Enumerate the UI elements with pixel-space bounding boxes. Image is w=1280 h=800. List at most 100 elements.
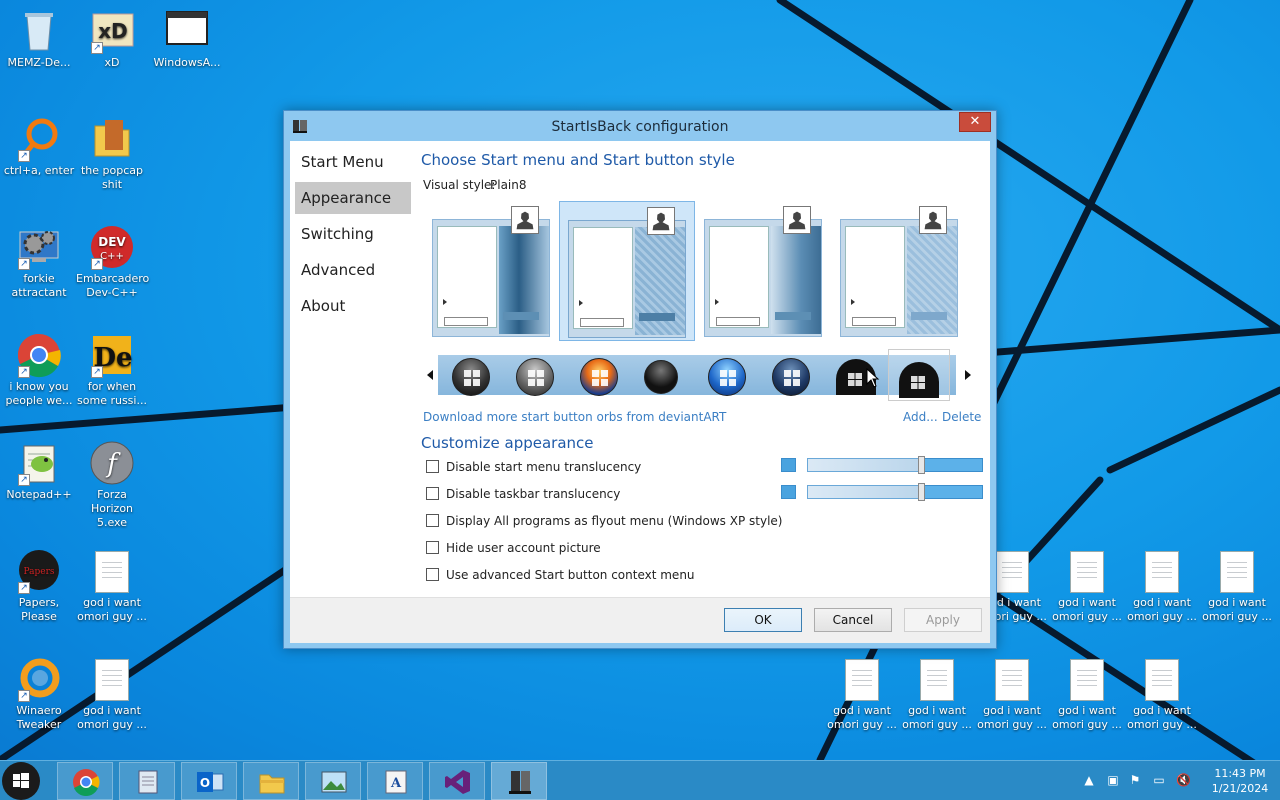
slider-thumb[interactable] bbox=[918, 483, 925, 501]
start-orb-2[interactable] bbox=[516, 358, 554, 396]
desktop-icon-forza[interactable]: f Forza Horizon 5.exe bbox=[75, 440, 149, 530]
clock-date: 1/21/2024 bbox=[1211, 782, 1269, 795]
desktop-icon-memz[interactable]: MEMZ-De... bbox=[2, 8, 76, 70]
nav-item-advanced[interactable]: Advanced bbox=[295, 254, 411, 286]
outlook-icon: O bbox=[197, 772, 224, 792]
user-picture-icon bbox=[919, 206, 947, 234]
taskbar-outlook[interactable]: O bbox=[181, 762, 237, 800]
desktop-icon-papers-please[interactable]: Papers ↗ Papers, Please bbox=[2, 548, 76, 624]
notepad-icon bbox=[138, 770, 158, 794]
taskbar-visual-studio[interactable] bbox=[429, 762, 485, 800]
close-button[interactable]: ✕ bbox=[959, 112, 991, 132]
visual-style-value: Plain8 bbox=[490, 178, 527, 192]
taskbar-startisback[interactable] bbox=[491, 762, 547, 800]
desktop-file-omori-9[interactable]: god i want omori guy ... bbox=[975, 656, 1049, 732]
desktop-icon-ctrl-a-enter[interactable]: ↗ ctrl+a, enter bbox=[2, 116, 76, 178]
taskbar-photos[interactable] bbox=[305, 762, 361, 800]
nav-item-start-menu[interactable]: Start Menu bbox=[295, 146, 411, 178]
start-orb-6[interactable] bbox=[772, 358, 810, 396]
explorer-icon bbox=[259, 774, 285, 794]
slider-thumb[interactable] bbox=[918, 456, 925, 474]
desktop-icon-depends[interactable]: De ↗ for when some russi... bbox=[75, 332, 149, 408]
nav-item-switching[interactable]: Switching bbox=[295, 218, 411, 250]
start-menu-color-swatch[interactable] bbox=[781, 458, 796, 472]
style-thumbnail-2-selected[interactable] bbox=[559, 201, 695, 341]
system-tray: ▲ ▣ ⚑ ▭ 🔇 bbox=[1080, 761, 1200, 800]
desktop[interactable]: MEMZ-De... ↗ ctrl+a, enter ↗ forkie attr… bbox=[0, 0, 1280, 760]
desktop-icon-devcpp[interactable]: DEV C++ ↗ Embarcadero Dev-C++ bbox=[75, 224, 149, 300]
style-thumbnail-3[interactable] bbox=[704, 206, 822, 337]
delete-orb-link[interactable]: Delete bbox=[942, 410, 981, 424]
desktop-file-omori-6[interactable]: god i want omori guy ... bbox=[1200, 548, 1274, 624]
desktop-icon-windowsa[interactable]: WindowsA... bbox=[150, 8, 224, 70]
window-icon bbox=[164, 8, 210, 54]
taskbar-translucency-slider[interactable] bbox=[781, 483, 983, 501]
start-orb-1[interactable] bbox=[452, 358, 490, 396]
apply-button[interactable]: Apply bbox=[904, 608, 982, 632]
recycle-bin-icon bbox=[16, 8, 62, 54]
taskbar-notepad[interactable] bbox=[119, 762, 175, 800]
desktop-icon-notepadpp[interactable]: ↗ Notepad++ bbox=[2, 440, 76, 502]
ok-button[interactable]: OK bbox=[724, 608, 802, 632]
desktop-file-omori-5[interactable]: god i want omori guy ... bbox=[1125, 548, 1199, 624]
disable-start-menu-translucency-checkbox[interactable] bbox=[426, 460, 439, 473]
text-file-icon bbox=[845, 659, 879, 701]
desktop-file-omori-10[interactable]: god i want omori guy ... bbox=[1050, 656, 1124, 732]
desktop-icon-chrome[interactable]: ↗ i know you people we... bbox=[2, 332, 76, 408]
desktop-file-omori-2[interactable]: god i want omori guy ... bbox=[75, 656, 149, 732]
show-hidden-icons-icon[interactable]: ▲ bbox=[1082, 773, 1096, 787]
cancel-button[interactable]: Cancel bbox=[814, 608, 892, 632]
download-orbs-link[interactable]: Download more start button orbs from dev… bbox=[423, 410, 726, 424]
clock-time: 11:43 PM bbox=[1214, 767, 1266, 780]
nav-item-appearance[interactable]: Appearance bbox=[295, 182, 411, 214]
taskbar-chrome[interactable] bbox=[57, 762, 113, 800]
desktop-icon-forkie[interactable]: ↗ forkie attractant bbox=[2, 224, 76, 300]
hide-user-picture-checkbox[interactable] bbox=[426, 541, 439, 554]
volume-muted-icon[interactable]: 🔇 bbox=[1176, 773, 1191, 787]
start-orb-5[interactable] bbox=[708, 358, 746, 396]
taskbar-wordpad[interactable]: A bbox=[367, 762, 423, 800]
desktop-file-omori-11[interactable]: god i want omori guy ... bbox=[1125, 656, 1199, 732]
desktop-icon-winaero[interactable]: ↗ Winaero Tweaker bbox=[2, 656, 76, 732]
photos-icon bbox=[321, 771, 347, 793]
svg-text:DEV: DEV bbox=[98, 235, 126, 249]
desktop-icon-xd[interactable]: xD ↗ xD bbox=[75, 8, 149, 70]
taskbar-file-explorer[interactable] bbox=[243, 762, 299, 800]
start-orb-3[interactable] bbox=[580, 358, 618, 396]
customize-heading: Customize appearance bbox=[421, 434, 594, 452]
network-icon[interactable]: ▣ bbox=[1106, 773, 1120, 787]
title-bar[interactable]: StartIsBack configuration ✕ bbox=[284, 111, 996, 141]
flyout-menu-label: Display All programs as flyout menu (Win… bbox=[446, 514, 783, 528]
desktop-file-omori-7[interactable]: god i want omori guy ... bbox=[825, 656, 899, 732]
text-file-icon bbox=[995, 551, 1029, 593]
windows-logo-icon bbox=[2, 762, 40, 800]
svg-text:Papers: Papers bbox=[23, 567, 54, 577]
start-orb-4[interactable] bbox=[644, 360, 678, 394]
shortcut-arrow-icon: ↗ bbox=[18, 150, 30, 162]
desktop-file-omori-1[interactable]: god i want omori guy ... bbox=[75, 548, 149, 624]
desktop-icon-popcap[interactable]: the popcap shit bbox=[75, 116, 149, 192]
flyout-menu-checkbox[interactable] bbox=[426, 514, 439, 527]
start-orb-8-selected[interactable] bbox=[888, 349, 950, 401]
style-heading: Choose Start menu and Start button style bbox=[421, 151, 735, 169]
window-client: Start Menu Appearance Switching Advanced… bbox=[290, 141, 990, 643]
orb-scroll-right-icon[interactable] bbox=[965, 370, 971, 380]
monitor-icon[interactable]: ▭ bbox=[1152, 773, 1166, 787]
orb-scroll-left-icon[interactable] bbox=[427, 370, 433, 380]
disable-taskbar-translucency-checkbox[interactable] bbox=[426, 487, 439, 500]
taskbar-color-swatch[interactable] bbox=[781, 485, 796, 499]
style-thumbnail-1[interactable] bbox=[432, 206, 550, 337]
add-orb-link[interactable]: Add... bbox=[903, 410, 938, 424]
desktop-file-omori-8[interactable]: god i want omori guy ... bbox=[900, 656, 974, 732]
advanced-context-menu-checkbox[interactable] bbox=[426, 568, 439, 581]
text-file-icon bbox=[995, 659, 1029, 701]
action-center-flag-icon[interactable]: ⚑ bbox=[1128, 773, 1142, 787]
start-button[interactable] bbox=[0, 761, 50, 800]
taskbar-clock[interactable]: 11:43 PM 1/21/2024 bbox=[1204, 766, 1276, 796]
advanced-context-menu-label: Use advanced Start button context menu bbox=[446, 568, 695, 582]
style-thumbnail-4[interactable] bbox=[840, 206, 958, 337]
nav-item-about[interactable]: About bbox=[295, 290, 411, 322]
start-menu-translucency-slider[interactable] bbox=[781, 456, 983, 474]
desktop-file-omori-4[interactable]: god i want omori guy ... bbox=[1050, 548, 1124, 624]
appearance-panel: Choose Start menu and Start button style… bbox=[415, 141, 990, 597]
